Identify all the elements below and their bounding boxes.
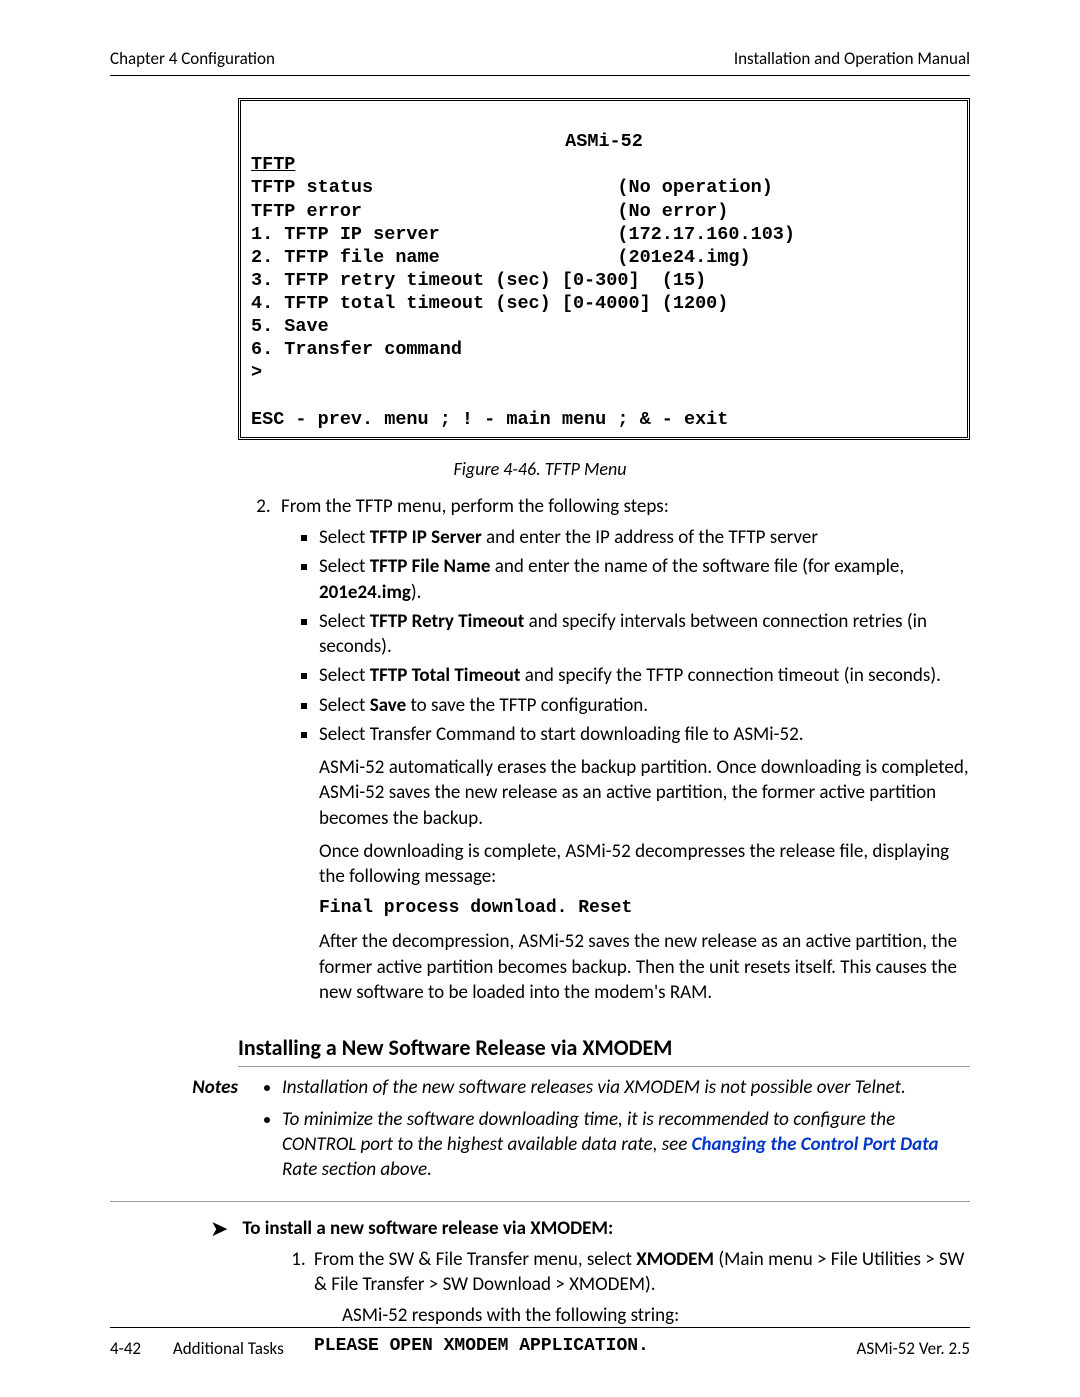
header-right: Installation and Operation Manual xyxy=(734,48,970,69)
procedure-title: To install a new software release via XM… xyxy=(242,1216,613,1241)
section-heading: Installing a New Software Release via XM… xyxy=(238,1033,970,1067)
sub-bullets: Select TFTP IP Server and enter the IP a… xyxy=(281,525,970,1005)
term-l1v: (172.17.160.103) xyxy=(617,224,795,245)
term-l4: 4. TFTP total timeout (sec) [0-4000] (12… xyxy=(251,293,728,314)
footer-right: ASMi-52 Ver. 2.5 xyxy=(857,1338,971,1359)
terminal-screen: ASMi-52TFTP TFTP status (No operation) T… xyxy=(238,98,970,440)
term-l6: 6. Transfer command xyxy=(251,339,462,360)
para-3: After the decompression, ASMi-52 saves t… xyxy=(319,929,970,1005)
footer-page: 4-42 xyxy=(110,1338,141,1359)
term-l2v: (201e24.img) xyxy=(617,247,750,268)
bullet-2: Select TFTP File Name and enter the name… xyxy=(319,554,970,605)
para-2: Once downloading is complete, ASMi-52 de… xyxy=(319,839,970,890)
bullet-1: Select TFTP IP Server and enter the IP a… xyxy=(319,525,970,550)
header-left: Chapter 4 Configuration xyxy=(110,48,275,69)
term-l1: 1. TFTP IP server xyxy=(251,224,440,245)
term-l2: 2. TFTP file name xyxy=(251,247,440,268)
bullet-5: Select Save to save the TFTP configurati… xyxy=(319,693,970,718)
notes-label: Notes xyxy=(110,1075,256,1188)
bullet-4: Select TFTP Total Timeout and specify th… xyxy=(319,663,970,688)
term-heading: TFTP xyxy=(251,154,295,175)
term-status-val: (No operation) xyxy=(617,177,772,198)
term-prompt: > xyxy=(251,362,262,383)
note-1: Installation of the new software release… xyxy=(282,1075,970,1100)
term-error-val: (No error) xyxy=(617,201,728,222)
bullet-6: Select Transfer Command to start downloa… xyxy=(319,722,970,1005)
term-status-lbl: TFTP status xyxy=(251,177,373,198)
term-l3: 3. TFTP retry timeout (sec) [0-300] (15) xyxy=(251,270,706,291)
para-1: ASMi-52 automatically erases the backup … xyxy=(319,755,970,831)
term-nav: ESC - prev. menu ; ! - main menu ; & - e… xyxy=(251,409,728,430)
main-list: From the TFTP menu, perform the followin… xyxy=(110,494,970,1005)
bullet-3: Select TFTP Retry Timeout and specify in… xyxy=(319,609,970,660)
notes-block: Notes Installation of the new software r… xyxy=(110,1075,970,1201)
procedure-heading: ➤ To install a new software release via … xyxy=(210,1216,970,1241)
term-l5: 5. Save xyxy=(251,316,329,337)
term-error-lbl: TFTP error xyxy=(251,201,362,222)
step-2-intro: From the TFTP menu, perform the followin… xyxy=(281,495,669,518)
notes-body: Installation of the new software release… xyxy=(256,1075,970,1188)
step-2: From the TFTP menu, perform the followin… xyxy=(275,494,970,1005)
page-header: Chapter 4 Configuration Installation and… xyxy=(110,48,970,76)
figure-caption: Figure 4-46. TFTP Menu xyxy=(110,458,970,480)
note-2: To minimize the software downloading tim… xyxy=(282,1107,970,1183)
msg-1: Final process download. Reset xyxy=(319,897,970,921)
footer-section: Additional Tasks xyxy=(173,1338,284,1359)
term-title: ASMi-52 xyxy=(251,130,957,153)
page-footer: 4-42 Additional Tasks ASMi-52 Ver. 2.5 xyxy=(110,1327,970,1359)
link-changing-control-port[interactable]: Changing the Control Port Data xyxy=(692,1133,939,1156)
arrow-icon: ➤ xyxy=(210,1216,228,1240)
response-text: ASMi-52 responds with the following stri… xyxy=(342,1303,970,1328)
